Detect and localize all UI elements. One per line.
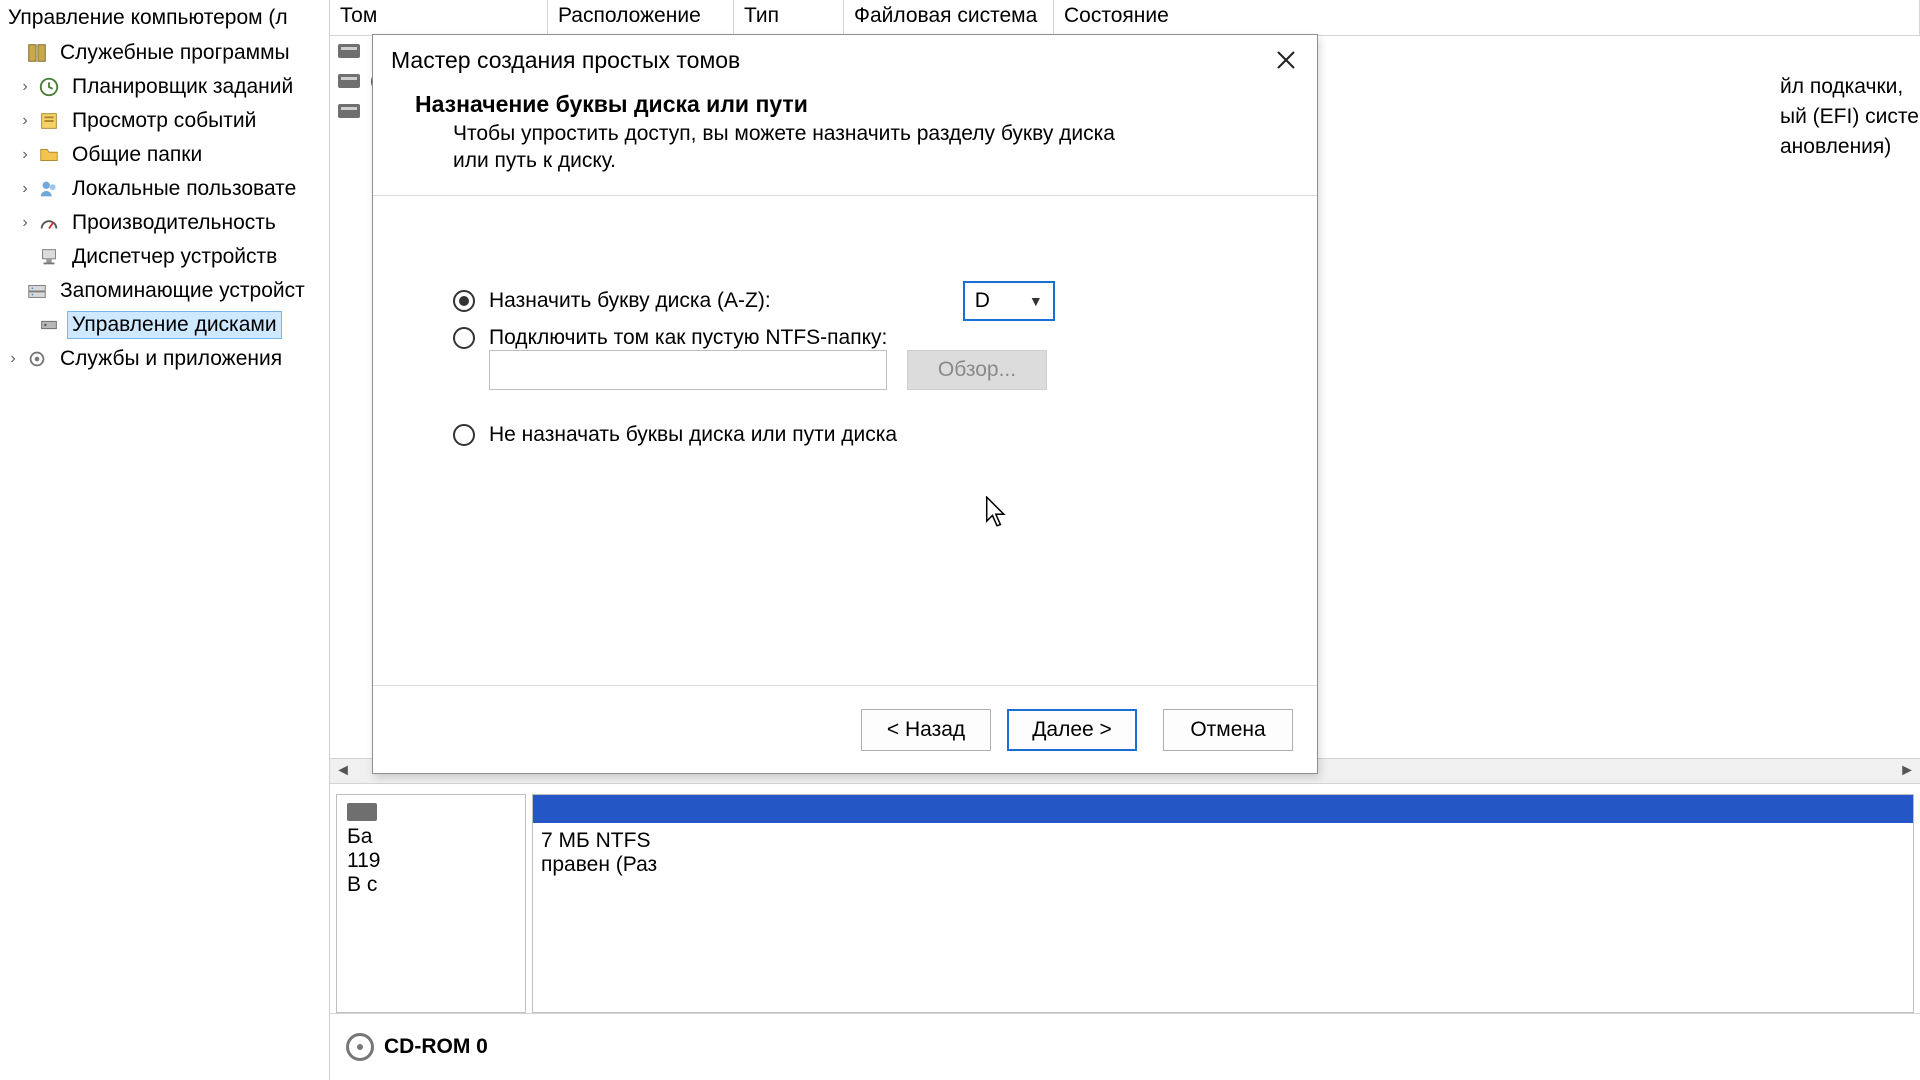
services-icon <box>24 346 50 372</box>
column-layout[interactable]: Расположение <box>548 0 734 35</box>
tools-icon <box>24 40 50 66</box>
close-icon <box>1275 49 1297 71</box>
chevron-right-icon[interactable]: › <box>4 350 22 368</box>
dialog-titlebar[interactable]: Мастер создания простых томов <box>373 35 1317 85</box>
tree-label: Производительность <box>68 210 280 236</box>
radio-assign-letter[interactable] <box>453 290 475 312</box>
partition-line: 7 МБ NTFS <box>541 829 657 853</box>
tree-label: Управление дисками <box>68 312 281 338</box>
radio-mount-folder[interactable] <box>453 327 475 349</box>
tree-item-eventviewer[interactable]: › Просмотр событий <box>0 104 329 138</box>
column-type[interactable]: Тип <box>734 0 844 35</box>
partition-line: правен (Раз <box>541 853 657 877</box>
option-label: Назначить букву диска (A-Z): <box>489 289 771 313</box>
wizard-heading: Назначение буквы диска или пути <box>415 91 1299 118</box>
disk-info-line: В с <box>347 873 515 897</box>
gauge-icon <box>36 210 62 236</box>
disk-icon <box>36 312 62 338</box>
radio-no-letter[interactable] <box>453 424 475 446</box>
folder-share-icon <box>36 142 62 168</box>
users-icon <box>36 176 62 202</box>
tree-item-sharedfolders[interactable]: › Общие папки <box>0 138 329 172</box>
tree-label: Общие папки <box>68 142 206 168</box>
column-volume[interactable]: Том <box>330 0 548 35</box>
status-overflow-text: йл подкачки, ый (EFI) систе ановления) <box>1780 72 1920 162</box>
cdrom-label: CD-ROM 0 <box>384 1035 488 1059</box>
option-assign-letter[interactable]: Назначить букву диска (A-Z): D ▼ <box>453 278 1277 324</box>
back-button[interactable]: < Назад <box>861 709 991 751</box>
close-button[interactable] <box>1259 39 1313 81</box>
disk-info-line: 119 <box>347 849 515 873</box>
wizard-header: Назначение буквы диска или пути Чтобы уп… <box>373 85 1317 196</box>
drive-letter-value: D <box>975 289 990 313</box>
cancel-button[interactable]: Отмена <box>1163 709 1293 751</box>
drive-letter-combobox[interactable]: D ▼ <box>963 281 1055 321</box>
clock-icon <box>36 74 62 100</box>
tree-root-label[interactable]: Управление компьютером (л <box>0 2 329 36</box>
column-filesystem[interactable]: Файловая система <box>844 0 1054 35</box>
navigation-tree: Управление компьютером (л Служебные прог… <box>0 0 330 1080</box>
tree-label: Запоминающие устройст <box>56 278 309 304</box>
tree-item-diskmanagement[interactable]: Управление дисками <box>0 308 329 342</box>
option-label: Не назначать буквы диска или пути диска <box>489 423 897 447</box>
disk-icon <box>347 803 377 821</box>
simple-volume-wizard-dialog: Мастер создания простых томов Назначение… <box>372 34 1318 774</box>
wizard-body: Назначить букву диска (A-Z): D ▼ Подключ… <box>373 196 1317 685</box>
tree-label: Планировщик заданий <box>68 74 297 100</box>
device-icon <box>36 244 62 270</box>
chevron-down-icon: ▼ <box>1029 293 1043 309</box>
option-no-letter[interactable]: Не назначать буквы диска или пути диска <box>453 412 1277 458</box>
storage-icon <box>24 278 50 304</box>
cdrom-icon <box>346 1033 374 1061</box>
chevron-right-icon[interactable]: › <box>16 146 34 164</box>
scroll-right-icon[interactable]: ► <box>1894 762 1920 780</box>
tree-item-storage[interactable]: Запоминающие устройст <box>0 274 329 308</box>
option-mount-folder[interactable]: Подключить том как пустую NTFS-папку: Об… <box>453 324 1277 390</box>
volume-icon <box>338 44 360 58</box>
scroll-left-icon[interactable]: ◄ <box>330 762 356 780</box>
chevron-right-icon[interactable]: › <box>16 112 34 130</box>
tree-label: Диспетчер устройств <box>68 244 281 270</box>
partition-box[interactable]: 7 МБ NTFS правен (Раз <box>532 794 1914 1013</box>
tree-label: Просмотр событий <box>68 108 260 134</box>
cdrom-row[interactable]: CD-ROM 0 <box>330 1014 1920 1080</box>
wizard-subheading: Чтобы упростить доступ, вы можете назнач… <box>415 120 1155 175</box>
tree-label: Служебные программы <box>56 40 294 66</box>
eventlog-icon <box>36 108 62 134</box>
tree-label: Службы и приложения <box>56 346 286 372</box>
mount-path-input[interactable] <box>489 350 887 390</box>
wizard-footer: < Назад Далее > Отмена <box>373 685 1317 773</box>
tree-item-performance[interactable]: › Производительность <box>0 206 329 240</box>
chevron-right-icon[interactable]: › <box>16 214 34 232</box>
option-label: Подключить том как пустую NTFS-папку: <box>489 326 887 350</box>
tree-item-services[interactable]: › Службы и приложения <box>0 342 329 376</box>
column-status[interactable]: Состояние <box>1054 0 1920 35</box>
tree-item-devicemanager[interactable]: Диспетчер устройств <box>0 240 329 274</box>
disk-info-line: Ба <box>347 825 515 849</box>
tree-label: Локальные пользовате <box>68 176 300 202</box>
volume-icon <box>338 74 360 88</box>
partition-header-bar <box>533 795 1913 823</box>
chevron-right-icon[interactable]: › <box>16 78 34 96</box>
volume-icon <box>338 104 360 118</box>
tree-item-scheduler[interactable]: › Планировщик заданий <box>0 70 329 104</box>
dialog-title: Мастер создания простых томов <box>391 47 1259 74</box>
tree-item-localusers[interactable]: › Локальные пользовате <box>0 172 329 206</box>
browse-button[interactable]: Обзор... <box>907 350 1047 390</box>
disk-map: Ба 119 В с 7 МБ NTFS правен (Раз <box>330 784 1920 1014</box>
volume-column-headers: Том Расположение Тип Файловая система Со… <box>330 0 1920 36</box>
mouse-cursor-icon <box>983 496 1011 534</box>
disk-info-box[interactable]: Ба 119 В с <box>336 794 526 1013</box>
chevron-right-icon[interactable]: › <box>16 180 34 198</box>
tree-item-utilities[interactable]: Служебные программы <box>0 36 329 70</box>
next-button[interactable]: Далее > <box>1007 709 1137 751</box>
